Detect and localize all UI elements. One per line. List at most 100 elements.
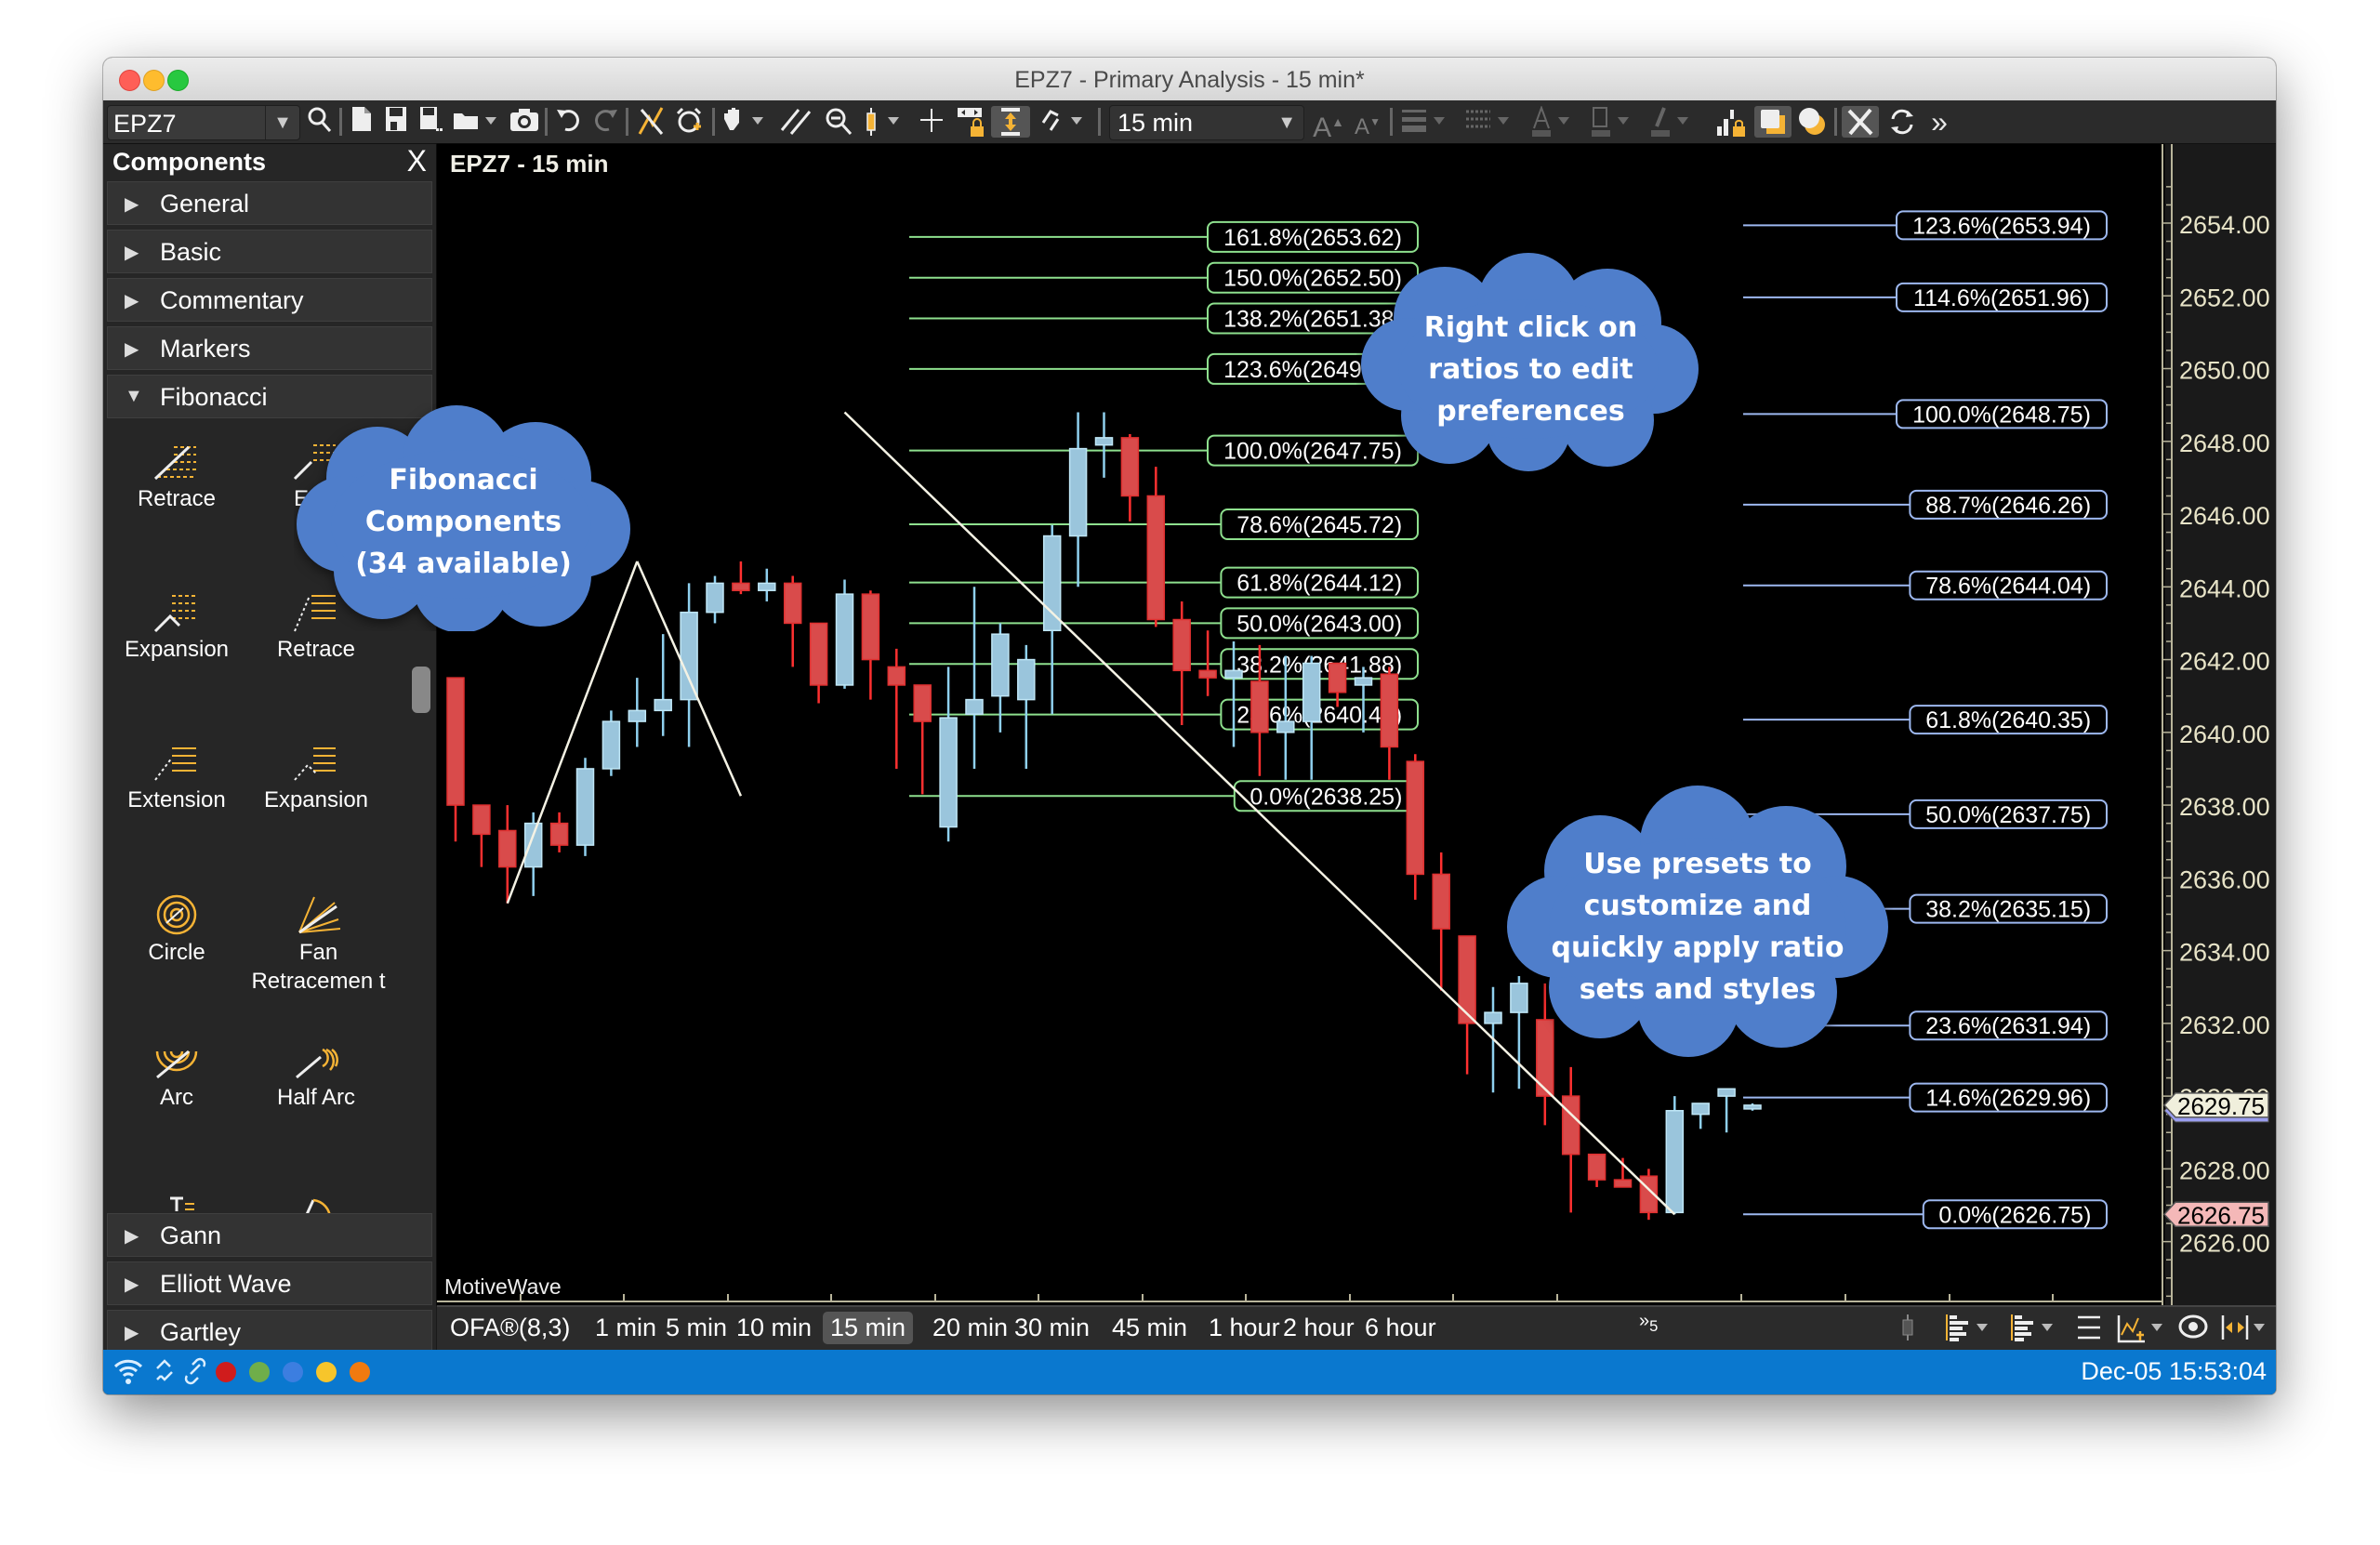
candle-down[interactable] <box>472 804 491 836</box>
line-dash-icon[interactable] <box>1464 106 1518 138</box>
font-increase-icon[interactable]: A▲ <box>1312 106 1345 143</box>
bar-size-20-min[interactable]: 20 min <box>925 1312 1015 1344</box>
wifi-icon[interactable] <box>112 1355 144 1393</box>
candle-up[interactable] <box>1484 1011 1502 1024</box>
fib-circle-item[interactable]: Circle <box>107 893 246 967</box>
candle-down[interactable] <box>1406 760 1425 876</box>
candle-down[interactable] <box>1146 495 1166 621</box>
bar-size-ofa-8-3-[interactable]: OFA®(8,3) <box>443 1312 577 1344</box>
category-gartley[interactable]: ▶ Gartley <box>107 1310 432 1354</box>
fib-retrace-label[interactable]: 50.0%(2643.00) <box>1236 611 1402 637</box>
symbol-select[interactable]: EPZ7 ▼ <box>107 105 300 140</box>
candle-down[interactable] <box>1250 680 1269 733</box>
candle-down[interactable] <box>549 822 569 846</box>
undo-icon[interactable] <box>554 106 584 138</box>
parallel-lines-icon[interactable] <box>779 106 813 138</box>
candle-up[interactable] <box>939 717 958 828</box>
status-dot-yellow[interactable] <box>316 1362 337 1382</box>
redo-icon[interactable] <box>590 106 620 138</box>
fib-arc-item[interactable]: Arc <box>107 1044 246 1112</box>
fib-fan-item[interactable]: Fan Retracemen t <box>246 893 390 996</box>
bar-size-10-min[interactable]: 10 min <box>729 1312 819 1344</box>
status-dot-red[interactable] <box>216 1362 236 1382</box>
bar-size-select[interactable]: 15 min ▼ <box>1109 105 1304 140</box>
candle-up[interactable] <box>1017 658 1036 701</box>
fib-retrace-label[interactable]: 78.6%(2645.72) <box>1236 512 1402 538</box>
fib-extension-label[interactable]: 123.6%(2653.94) <box>1912 213 2091 239</box>
tools-icon[interactable] <box>1842 106 1879 138</box>
candle-down[interactable] <box>1458 935 1476 1024</box>
category-commentary[interactable]: ▶ Commentary <box>107 278 432 322</box>
clear-alerts-icon[interactable] <box>635 106 667 138</box>
candle-up[interactable] <box>1068 447 1088 537</box>
fib-half-arc-item[interactable]: Half Arc <box>246 1044 386 1112</box>
broken-link-icon[interactable] <box>152 1355 179 1393</box>
candle-up[interactable] <box>1042 535 1062 632</box>
candle-down[interactable] <box>913 684 932 722</box>
fib-extension-label[interactable]: 61.8%(2640.35) <box>1925 707 2091 733</box>
open-folder-icon[interactable] <box>452 106 504 138</box>
camera-icon[interactable] <box>509 106 540 138</box>
fib-extension-label[interactable]: 50.0%(2637.75) <box>1925 802 2091 828</box>
bar-size-15-min[interactable]: 15 min <box>823 1312 914 1344</box>
fib-extension-label[interactable]: 100.0%(2648.75) <box>1912 402 2091 428</box>
fib-extension-label[interactable]: 78.6%(2644.04) <box>1925 574 2091 600</box>
candle-up[interactable] <box>758 582 776 591</box>
candle-down[interactable] <box>861 593 880 661</box>
candle-down[interactable] <box>1172 618 1191 672</box>
save-as-icon[interactable] <box>417 106 445 138</box>
fib-extension-dotted-item[interactable]: Extension <box>107 743 246 814</box>
link-icon[interactable] <box>1038 106 1093 138</box>
bar-size-1-hour[interactable]: 1 hour <box>1201 1312 1288 1344</box>
category-elliott-wave[interactable]: ▶ Elliott Wave <box>107 1261 432 1305</box>
bar-size-45-min[interactable]: 45 min <box>1104 1312 1195 1344</box>
candle-down[interactable] <box>809 622 828 686</box>
trade-lock-icon[interactable] <box>1714 106 1748 138</box>
alarm-add-icon[interactable] <box>674 106 706 138</box>
bar-size-5-min[interactable]: 5 min <box>658 1312 734 1344</box>
candle-up[interactable] <box>654 698 672 712</box>
candle-down[interactable] <box>1432 873 1450 930</box>
bar-size-1-min[interactable]: 1 min <box>588 1312 664 1344</box>
fit-width-icon[interactable] <box>2220 1313 2272 1349</box>
fib-retrace-item[interactable]: Retrace <box>107 442 246 513</box>
bar-size-2-hour[interactable]: 2 hour <box>1276 1312 1362 1344</box>
candle-down[interactable] <box>1587 1153 1606 1181</box>
fib-time-item-partial[interactable] <box>107 1195 246 1213</box>
bar-size-30-min[interactable]: 30 min <box>1007 1312 1097 1344</box>
new-page-icon[interactable] <box>349 106 375 138</box>
search-icon[interactable] <box>306 106 334 138</box>
fib-extension-label[interactable]: 38.2%(2635.15) <box>1925 897 2091 923</box>
candle-down[interactable] <box>498 829 517 868</box>
fib-expansion-dotted-item[interactable]: Expansion <box>246 743 386 814</box>
align-left-icon[interactable] <box>1945 1313 1997 1349</box>
candle-down[interactable] <box>1380 673 1399 748</box>
candle-up[interactable] <box>1276 720 1295 733</box>
fib-extension-label[interactable]: 114.6%(2651.96) <box>1913 285 2090 311</box>
status-dot-blue[interactable] <box>283 1362 303 1382</box>
candle-up[interactable] <box>991 633 1010 697</box>
candle-down[interactable] <box>1561 1095 1580 1155</box>
candle-up[interactable] <box>835 593 854 686</box>
candle-down[interactable] <box>783 582 802 625</box>
brush-icon[interactable] <box>1647 106 1701 138</box>
candle-up[interactable] <box>680 611 698 701</box>
category-markers[interactable]: ▶ Markers <box>107 326 432 370</box>
candle-up[interactable] <box>1224 669 1243 679</box>
fib-expansion-item[interactable]: Expansion <box>107 592 246 664</box>
pan-hand-icon[interactable] <box>721 106 773 138</box>
candle-style-icon[interactable] <box>1898 1313 1917 1349</box>
category-general[interactable]: ▶ General <box>107 181 432 225</box>
align-right-icon[interactable] <box>2010 1313 2062 1349</box>
fib-arc-item-partial[interactable] <box>246 1195 386 1213</box>
close-icon[interactable]: X <box>407 144 427 178</box>
fib-extension-label[interactable]: 14.6%(2629.96) <box>1925 1086 2091 1112</box>
candle-up[interactable] <box>965 698 984 716</box>
bar-size-6-hour[interactable]: 6 hour <box>1357 1312 1444 1344</box>
fib-retrace-label[interactable]: 61.8%(2644.12) <box>1236 571 1402 597</box>
candle-up[interactable] <box>602 720 621 770</box>
candle-up[interactable] <box>523 822 543 868</box>
menu-lines-icon[interactable] <box>2075 1313 2103 1349</box>
candle-down[interactable] <box>732 582 750 591</box>
candle-down[interactable] <box>1328 662 1347 693</box>
